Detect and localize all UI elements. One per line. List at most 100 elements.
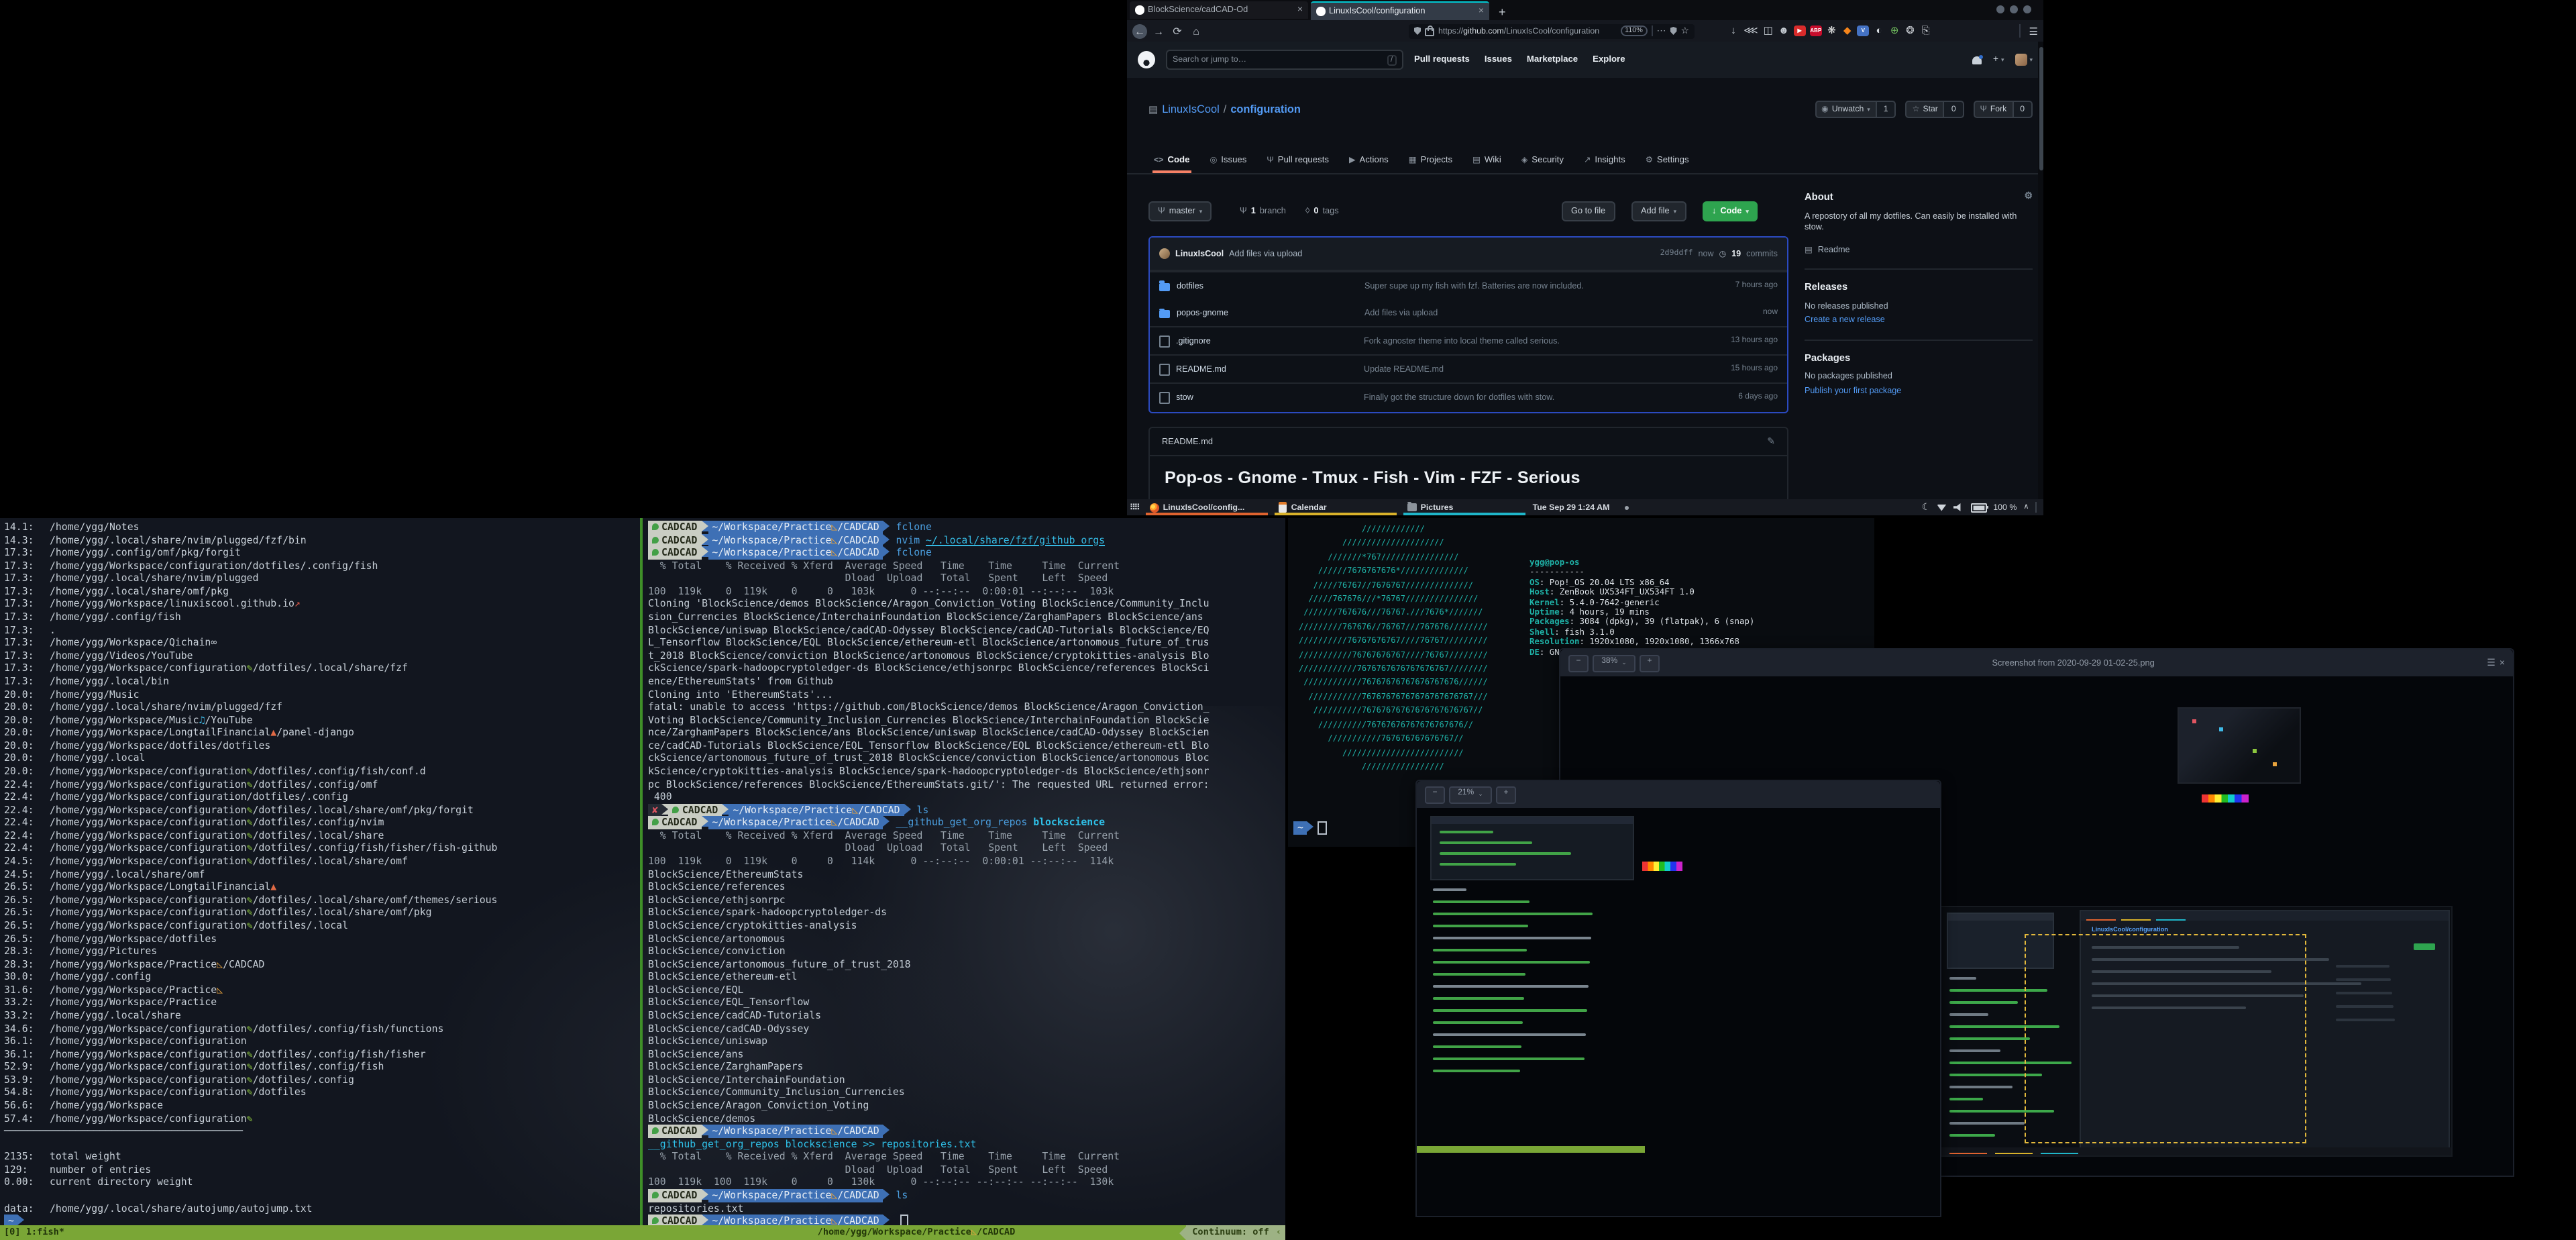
header-nav-marketplace[interactable]: Marketplace <box>1527 55 1578 64</box>
repo-tab-projects[interactable]: ▦Projects <box>1407 146 1454 173</box>
zoom-in-button[interactable]: + <box>1496 786 1516 803</box>
taskbar-app-firefox[interactable]: LinuxIsCool/config... <box>1146 499 1268 515</box>
header-nav-issues[interactable]: Issues <box>1485 55 1512 64</box>
zoom-indicator[interactable]: 110% <box>1620 25 1648 36</box>
taskbar-clock[interactable]: Tue Sep 29 1:24 AM <box>1523 503 1619 512</box>
page-actions-icon[interactable]: ⋯ <box>1656 25 1666 36</box>
tmux-pane-autojump[interactable]: 14.1:/home/ygg/Notes14.3:/home/ygg/.loca… <box>0 518 644 1225</box>
tmux-pane-divider[interactable] <box>640 518 642 1225</box>
notifications-bell-icon[interactable] <box>1973 56 1982 64</box>
file-row[interactable]: stowFinally got the structure down for d… <box>1150 383 1787 411</box>
file-row[interactable]: popos-gnomeAdd files via uploadnow <box>1150 299 1787 326</box>
file-row[interactable]: dotfilesSuper supe up my fish with fzf. … <box>1150 271 1787 299</box>
tmux-session-label[interactable]: [0] 1:fish* <box>0 1227 64 1237</box>
taskbar-app-files-pictures[interactable]: Pictures <box>1403 499 1525 515</box>
branch-selector[interactable]: Ψmaster▾ <box>1148 201 1212 221</box>
repo-tab-security[interactable]: ◈Security <box>1520 146 1565 173</box>
window-maximize-icon[interactable] <box>2010 5 2018 13</box>
app-grid-icon[interactable]: ⠿⠿ <box>1130 503 1139 512</box>
zoom-in-button[interactable]: + <box>1640 654 1660 672</box>
dark-reader-icon[interactable]: ◐ <box>1874 25 1884 36</box>
publish-package-link[interactable]: Publish your first package <box>1805 386 2033 398</box>
browser-tab[interactable]: LinuxIsCool/configuration× <box>1311 1 1489 20</box>
repo-tab-insights[interactable]: ↗Insights <box>1582 146 1627 173</box>
file-row[interactable]: README.mdUpdate README.md15 hours ago <box>1150 355 1787 383</box>
tags-link[interactable]: ◊0tags <box>1305 207 1339 216</box>
commit-sha[interactable]: 2d9ddff <box>1660 250 1693 258</box>
readme-link[interactable]: ▤Readme <box>1805 246 2033 257</box>
tray-caret-icon[interactable]: ∧ <box>2023 503 2029 511</box>
repo-tab-issues[interactable]: ◎Issues <box>1208 146 1248 173</box>
add-file-button[interactable]: Add file▾ <box>1631 201 1686 221</box>
browser-tab[interactable]: BlockScience/cadCAD-Od× <box>1130 1 1308 19</box>
wifi-icon[interactable] <box>1937 504 1946 511</box>
create-release-link[interactable]: Create a new release <box>1805 316 2033 327</box>
file-row[interactable]: .gitignoreFork agnoster theme into local… <box>1150 326 1787 354</box>
contacts-icon[interactable]: ☻ <box>1778 25 1789 36</box>
system-tray[interactable]: ☾ 100 % ∧ <box>1922 502 2037 513</box>
sidebar-icon[interactable]: ◫ <box>1763 25 1774 36</box>
page-scrollbar[interactable] <box>2038 42 2043 499</box>
viewer-close-icon[interactable]: × <box>2500 658 2505 668</box>
repo-tab-wiki[interactable]: ▤Wiki <box>1471 146 1503 173</box>
repo-tab-actions[interactable]: ▶Actions <box>1348 146 1390 173</box>
header-nav-pull-requests[interactable]: Pull requests <box>1414 55 1470 64</box>
earth-extension-icon[interactable]: ⊕ <box>1889 25 1900 36</box>
unwatch-button[interactable]: ◉Unwatch▾ 1 <box>1815 101 1896 118</box>
shield-check-icon[interactable] <box>1670 27 1676 35</box>
tracking-shield-icon[interactable] <box>1414 27 1421 35</box>
metamask-icon[interactable]: ◆ <box>1842 25 1853 36</box>
back-button[interactable]: ← <box>1132 23 1147 38</box>
edit-readme-icon[interactable]: ✎ <box>1767 436 1775 447</box>
gnome-shell-extension-icon[interactable]: ❋ <box>1826 25 1837 36</box>
repo-tab-settings[interactable]: ⚙Settings <box>1644 146 1690 173</box>
star-button[interactable]: ☆Star 0 <box>1906 101 1964 118</box>
go-to-file-button[interactable]: Go to file <box>1562 201 1615 221</box>
adblock-plus-icon[interactable]: ABP <box>1810 26 1821 36</box>
zoom-level-dropdown[interactable]: 38%⌄ <box>1593 654 1635 672</box>
viewer-canvas[interactable] <box>1417 808 1940 1216</box>
repo-owner-link[interactable]: LinuxIsCool <box>1162 103 1220 115</box>
header-nav-explore[interactable]: Explore <box>1593 55 1625 64</box>
window-controls[interactable] <box>1996 5 2031 13</box>
code-button[interactable]: ↓Code▾ <box>1703 201 1758 221</box>
forward-button[interactable]: → <box>1151 25 1166 37</box>
video-downloadhelper-icon[interactable]: ▶ <box>1794 26 1805 36</box>
commit-author[interactable]: LinuxIsCool <box>1175 249 1224 258</box>
branches-link[interactable]: Ψ1branch <box>1240 207 1286 216</box>
vimium-icon[interactable]: V <box>1858 26 1869 36</box>
github-search-input[interactable]: Search or jump to… / <box>1166 50 1403 70</box>
create-new-button[interactable]: + ▾ <box>1993 55 2004 64</box>
taskbar-app-calendar[interactable]: Calendar <box>1275 499 1397 515</box>
tab-close-icon[interactable]: × <box>1297 5 1303 15</box>
window-minimize-icon[interactable] <box>1996 5 2004 13</box>
do-not-disturb-icon[interactable]: ☾ <box>1922 502 1931 513</box>
url-bar[interactable]: https://github.com/LinuxIsCool/configura… <box>1409 23 1695 38</box>
window-close-icon[interactable] <box>2023 5 2031 13</box>
zoom-level-dropdown[interactable]: 21%⌄ <box>1449 786 1492 803</box>
home-button[interactable]: ⌂ <box>1189 25 1203 37</box>
atom-extension-icon[interactable]: ❂ <box>1904 25 1915 36</box>
user-avatar[interactable]: ▾ <box>2015 54 2033 66</box>
new-tab-button[interactable]: + <box>1499 5 1506 19</box>
bookmark-star-icon[interactable]: ☆ <box>1680 25 1689 36</box>
github-logo-icon[interactable] <box>1138 51 1155 68</box>
about-gear-icon[interactable]: ⚙ <box>2024 192 2033 203</box>
tab-close-icon[interactable]: × <box>1479 7 1484 16</box>
library-icon[interactable]: ⋘ <box>1743 25 1758 36</box>
zoom-out-button[interactable]: − <box>1568 654 1589 672</box>
download-icon[interactable]: ↓ <box>1728 25 1739 36</box>
tmux-pane-fish[interactable]: CADCAD~/Workspace/Practice◺/CADCAD fclon… <box>644 518 1285 1225</box>
fork-button[interactable]: ΨFork 0 <box>1974 101 2033 118</box>
latest-commit-row[interactable]: LinuxIsCool Add files via upload 2d9ddff… <box>1150 238 1787 271</box>
hamburger-menu-icon[interactable]: ☰ <box>2029 25 2038 38</box>
repo-tab-pull-requests[interactable]: ΨPull requests <box>1265 146 1330 173</box>
volume-icon[interactable] <box>1953 503 1964 511</box>
repo-name-link[interactable]: configuration <box>1230 103 1301 115</box>
zoom-out-button[interactable]: − <box>1425 786 1445 803</box>
viewer-menu-icon[interactable]: ☰ <box>2487 658 2496 668</box>
reload-button[interactable]: ⟳ <box>1170 25 1185 37</box>
commit-message[interactable]: Add files via upload <box>1229 249 1302 258</box>
repo-tab-code[interactable]: <>Code <box>1152 146 1191 173</box>
clipboard-extension-icon[interactable]: ⎘ <box>1921 25 1931 36</box>
